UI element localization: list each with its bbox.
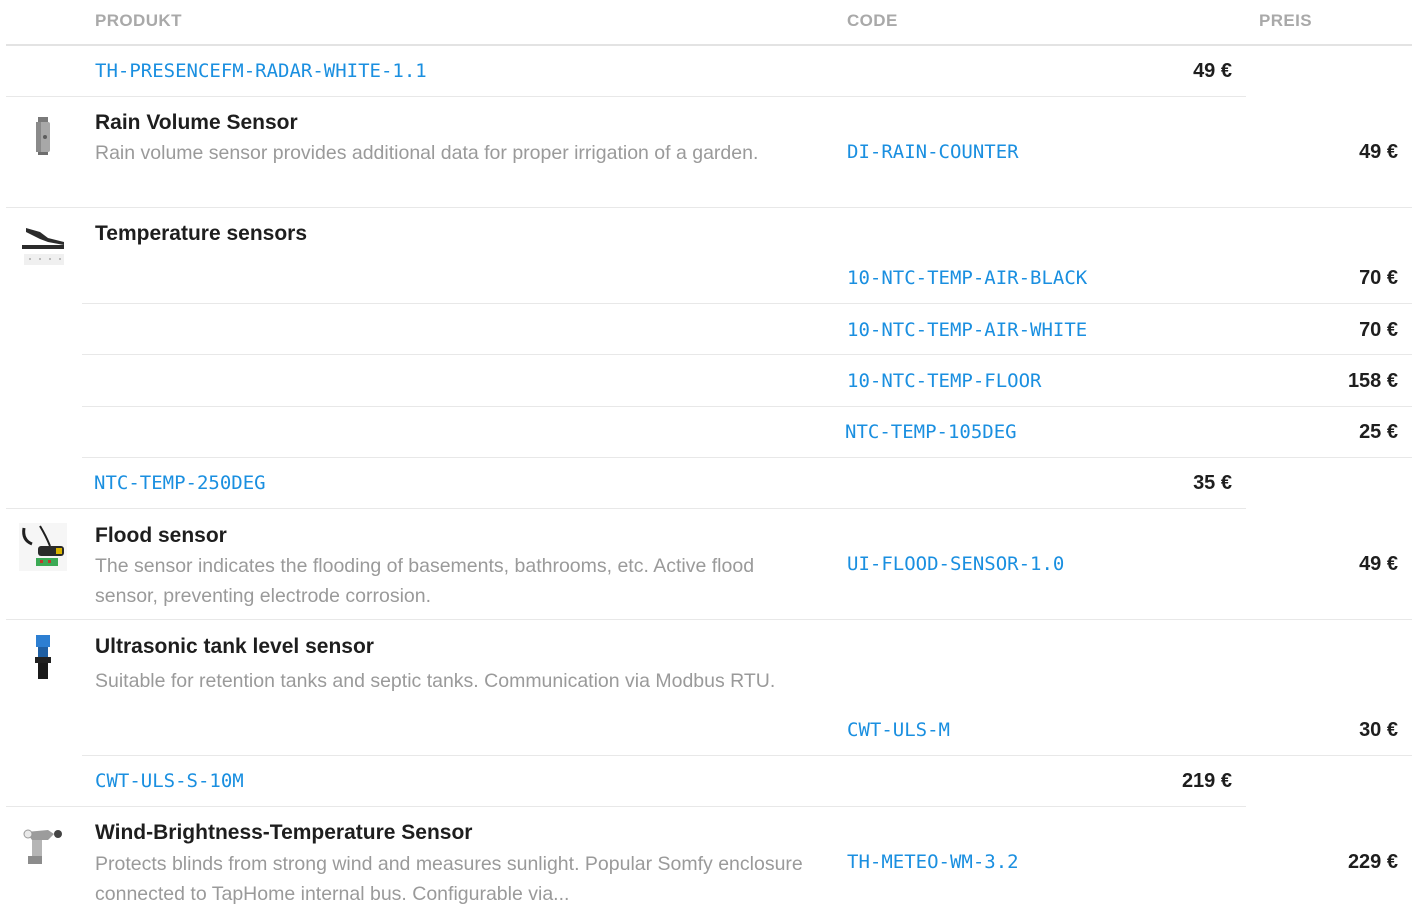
product-description: The sensor indicates the flooding of bas… — [95, 555, 755, 607]
variant-divider — [82, 406, 1412, 407]
row-divider — [6, 96, 1246, 97]
flood-sensor-icon — [18, 522, 68, 572]
temperature-sensor-icon — [18, 220, 68, 270]
rain-sensor-icon — [18, 113, 68, 163]
product-price: 229 € — [1347, 851, 1398, 873]
header-divider — [6, 44, 1412, 46]
product-code-link[interactable]: 10-NTC-TEMP-AIR-WHITE — [847, 318, 1087, 342]
ultrasonic-sensor-icon — [18, 633, 68, 683]
product-code-link[interactable]: CWT-ULS-S-10M — [95, 769, 244, 793]
product-price: 158 € — [1347, 370, 1398, 392]
product-name[interactable]: Temperature sensors — [95, 221, 307, 247]
product-code-link[interactable]: TH-METEO-WM-3.2 — [847, 850, 1019, 874]
meteo-sensor-icon — [18, 822, 68, 872]
product-price: 49 € — [1359, 141, 1398, 163]
product-price: 219 € — [1181, 770, 1232, 792]
product-code-link[interactable]: UI-FLOOD-SENSOR-1.0 — [847, 552, 1064, 576]
product-code-link[interactable]: NTC-TEMP-105DEG — [845, 420, 1017, 444]
column-header-code: CODE — [847, 11, 898, 30]
row-divider — [6, 806, 1246, 807]
product-name[interactable]: Wind-Brightness-Temperature Sensor — [95, 820, 472, 846]
product-name[interactable]: Ultrasonic tank level sensor — [95, 634, 374, 660]
row-divider — [6, 508, 1246, 509]
product-code-link[interactable]: CWT-ULS-M — [847, 718, 950, 742]
product-price: 25 € — [1359, 421, 1398, 443]
product-price: 35 € — [1193, 472, 1232, 494]
variant-divider — [82, 755, 1412, 756]
product-description: Rain volume sensor provides additional d… — [95, 142, 759, 164]
product-code-link[interactable]: NTC-TEMP-250DEG — [94, 471, 266, 495]
product-price: 30 € — [1359, 719, 1398, 741]
product-code-link[interactable]: TH-PRESENCEFM-RADAR-WHITE-1.1 — [95, 59, 427, 83]
product-code-link[interactable]: DI-RAIN-COUNTER — [847, 140, 1019, 164]
product-description: Suitable for retention tanks and septic … — [95, 670, 776, 692]
product-price: 70 € — [1359, 319, 1398, 341]
product-code-link[interactable]: 10-NTC-TEMP-AIR-BLACK — [847, 266, 1087, 290]
product-name[interactable]: Rain Volume Sensor — [95, 110, 298, 136]
product-price: 49 € — [1359, 553, 1398, 575]
variant-divider — [82, 354, 1412, 355]
variant-divider — [82, 303, 1412, 304]
row-divider — [6, 207, 1412, 208]
product-code-link[interactable]: 10-NTC-TEMP-FLOOR — [847, 369, 1041, 393]
row-divider — [6, 619, 1412, 620]
column-header-price: PREIS — [1259, 11, 1313, 30]
product-price: 49 € — [1193, 60, 1232, 82]
product-price: 70 € — [1359, 267, 1398, 289]
product-description: Protects blinds from strong wind and mea… — [95, 853, 803, 905]
variant-divider — [82, 457, 1412, 458]
product-name[interactable]: Flood sensor — [95, 523, 227, 549]
column-header-product: PRODUKT — [95, 11, 182, 30]
